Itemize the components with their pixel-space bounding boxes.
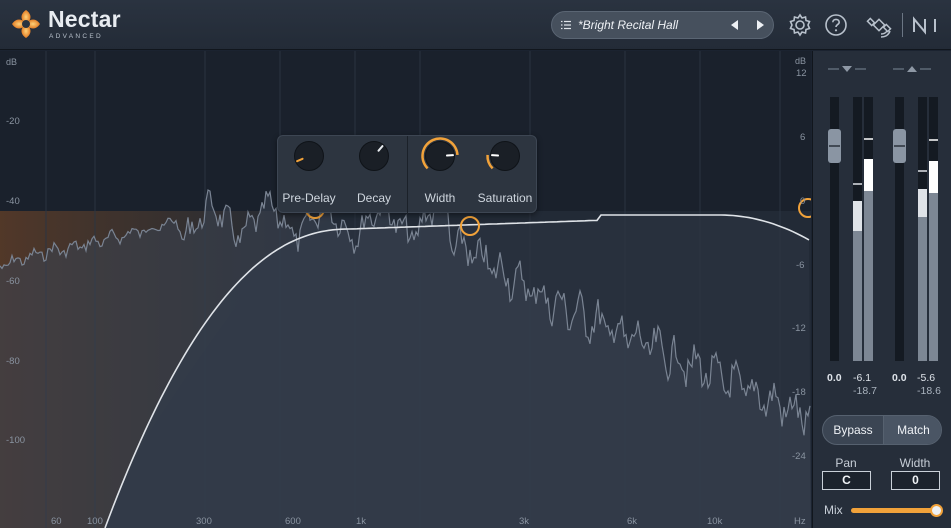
mix-label: Mix xyxy=(824,503,843,517)
right-axis-tick: -24 xyxy=(792,451,806,462)
freq-unit: Hz xyxy=(794,516,806,527)
left-axis-tick: -100 xyxy=(6,435,26,446)
freq-tick: 100 xyxy=(87,516,103,527)
help-icon[interactable] xyxy=(823,12,849,38)
right-axis-tick: -12 xyxy=(792,323,806,334)
width-knob[interactable] xyxy=(420,136,460,176)
left-axis-tick: -60 xyxy=(6,276,20,287)
input-rms-value: -18.7 xyxy=(853,385,877,397)
spectrum-graph[interactable] xyxy=(0,51,811,528)
preset-selector[interactable]: *Bright Recital Hall xyxy=(551,11,774,39)
app-edition: ADVANCED xyxy=(49,33,104,40)
app-name: Nectar xyxy=(48,6,121,32)
pre-delay-label: Pre-Delay xyxy=(282,191,336,205)
ni-logo-icon[interactable] xyxy=(911,12,941,38)
input-section-header xyxy=(828,66,866,72)
mix-slider-thumb[interactable] xyxy=(930,504,943,517)
left-axis-unit: dB xyxy=(6,57,18,67)
mix-slider-fill xyxy=(851,508,937,513)
bypass-match-group: Bypass Match xyxy=(822,415,942,445)
input-peak-value: -6.1 xyxy=(853,372,872,384)
pan-field[interactable]: C xyxy=(822,471,871,490)
preset-list-icon[interactable] xyxy=(561,20,571,30)
previous-preset-icon[interactable] xyxy=(728,18,742,32)
saturation-label: Saturation xyxy=(477,191,533,205)
spectrum-display[interactable]: dB -20 -40 -60 -80 -100 dB 12 6 0 -6 -12… xyxy=(0,51,811,528)
settings-icon[interactable] xyxy=(787,12,813,38)
nectar-logo-icon xyxy=(12,10,40,38)
meter-panel: 0.0 -6.1 -18.7 0.0 -5.6 -18.6 Bypass Mat… xyxy=(812,51,951,528)
header-bar: Nectar ADVANCED *Bright Recital Hall xyxy=(0,0,951,50)
right-axis-tick: -18 xyxy=(792,387,806,398)
left-axis-tick: -20 xyxy=(6,116,20,127)
input-fader-value: 0.0 xyxy=(827,372,842,384)
freq-tick: 600 xyxy=(285,516,301,527)
output-peak-value: -5.6 xyxy=(917,372,936,384)
decay-label: Decay xyxy=(356,191,391,205)
freq-tick: 300 xyxy=(196,516,212,527)
freq-tick: 60 xyxy=(51,516,62,527)
right-axis-unit: dB xyxy=(795,56,807,66)
input-gain-down-icon xyxy=(842,66,852,72)
next-preset-icon[interactable] xyxy=(753,18,767,32)
mix-slider[interactable] xyxy=(851,504,943,517)
knob-body xyxy=(294,141,324,171)
right-axis-tick: 12 xyxy=(796,68,807,79)
preset-name[interactable]: *Bright Recital Hall xyxy=(578,18,678,32)
output-gain-up-icon xyxy=(907,66,917,72)
freq-tick: 1k xyxy=(356,516,367,527)
freq-tick: 6k xyxy=(627,516,638,527)
output-rms-value: -18.6 xyxy=(917,385,941,397)
reverb-knob-panel: Pre-Delay Decay Width Saturation xyxy=(277,135,537,214)
bypass-button[interactable]: Bypass xyxy=(823,416,883,444)
header-divider xyxy=(902,13,903,37)
right-axis-tick: 6 xyxy=(800,132,806,143)
match-button[interactable]: Match xyxy=(884,416,941,444)
width-field-label: Width xyxy=(899,456,931,470)
pan-label: Pan xyxy=(835,456,857,470)
left-axis-tick: -40 xyxy=(6,196,20,207)
satellite-icon[interactable] xyxy=(866,12,892,38)
width-label: Width xyxy=(424,191,456,205)
left-axis-tick: -80 xyxy=(6,356,20,367)
right-axis-tick: 0 xyxy=(800,196,806,207)
freq-tick: 10k xyxy=(707,516,723,527)
saturation-knob[interactable] xyxy=(485,136,525,176)
knob-body xyxy=(359,141,389,171)
output-section-header xyxy=(893,66,931,72)
width-field[interactable]: 0 xyxy=(891,471,940,490)
right-axis-tick: -6 xyxy=(796,260,805,271)
output-fader-value: 0.0 xyxy=(892,372,907,384)
pre-delay-knob[interactable] xyxy=(289,136,329,176)
freq-tick: 3k xyxy=(519,516,530,527)
decay-knob[interactable] xyxy=(354,136,394,176)
